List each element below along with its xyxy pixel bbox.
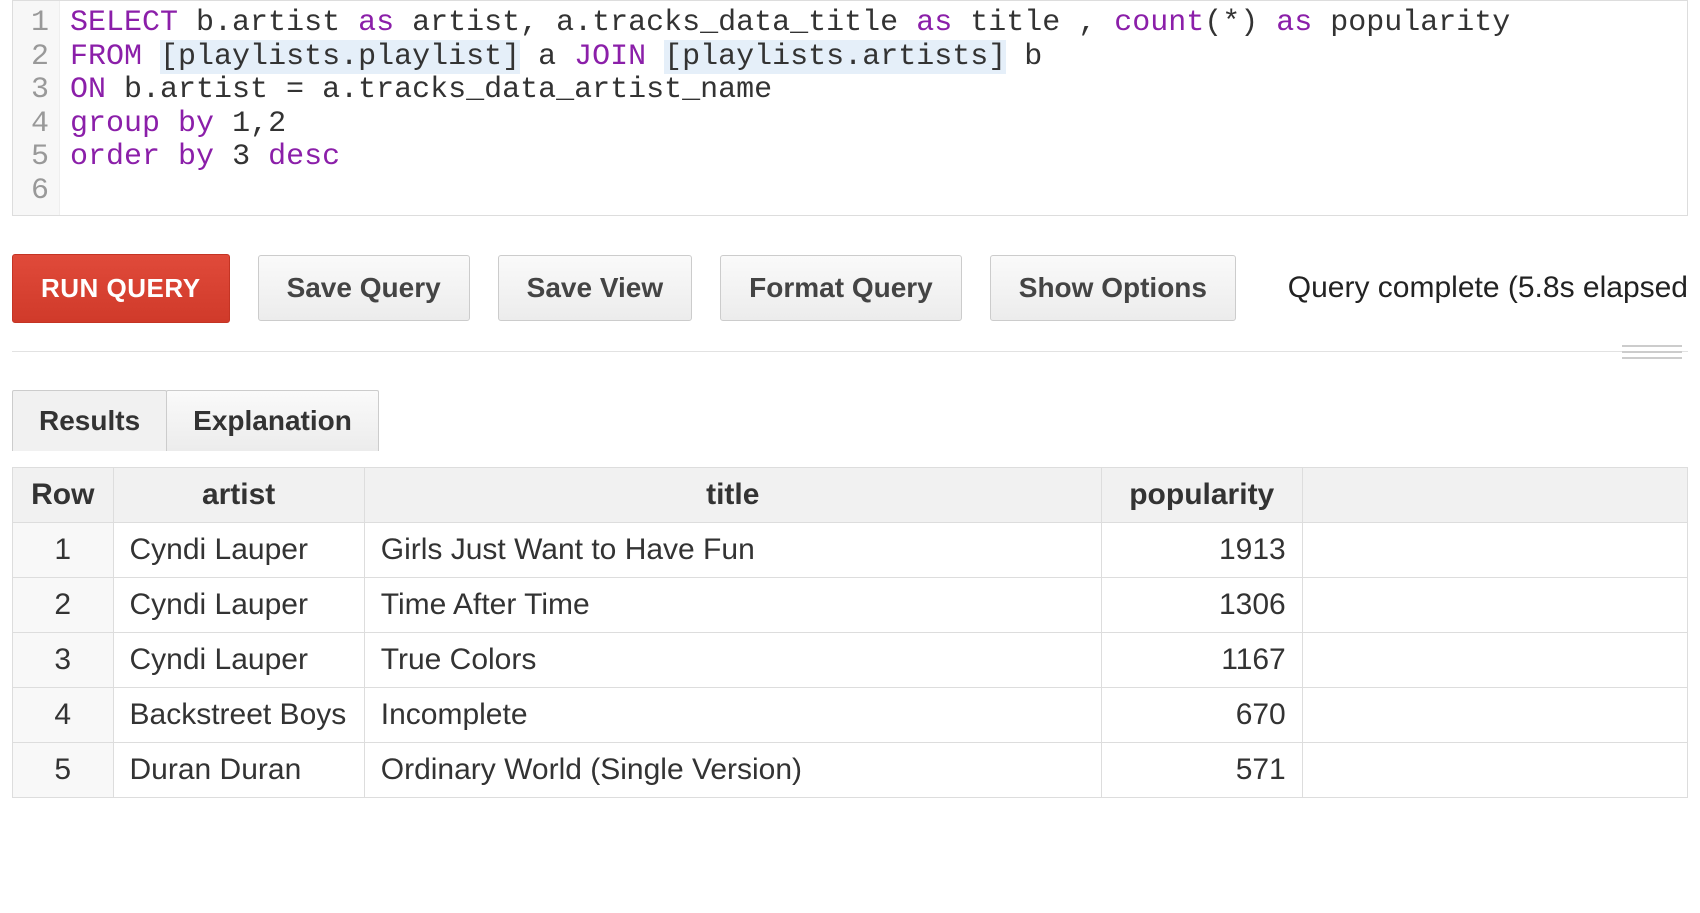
line-number: 3 [31, 74, 49, 108]
cell-empty [1302, 632, 1687, 687]
table-row: 5Duran DuranOrdinary World (Single Versi… [13, 742, 1688, 797]
table-row: 1Cyndi LauperGirls Just Want to Have Fun… [13, 522, 1688, 577]
results-table: Row artist title popularity 1Cyndi Laupe… [12, 467, 1688, 798]
cell-popularity: 571 [1101, 742, 1302, 797]
cell-empty [1302, 577, 1687, 632]
query-toolbar: RUN QUERY Save Query Save View Format Qu… [0, 216, 1700, 347]
line-number: 6 [31, 175, 49, 209]
cell-popularity: 1913 [1101, 522, 1302, 577]
sql-editor[interactable]: 123456 SELECT b.artist as artist, a.trac… [12, 0, 1688, 216]
cell-row: 1 [13, 522, 114, 577]
cell-row: 5 [13, 742, 114, 797]
col-header-row: Row [13, 467, 114, 522]
cell-popularity: 1167 [1101, 632, 1302, 687]
line-number: 5 [31, 141, 49, 175]
cell-title: Ordinary World (Single Version) [364, 742, 1101, 797]
col-header-title: title [364, 467, 1101, 522]
cell-title: Time After Time [364, 577, 1101, 632]
line-number: 1 [31, 7, 49, 41]
cell-row: 2 [13, 577, 114, 632]
col-header-artist: artist [113, 467, 364, 522]
col-header-popularity: popularity [1101, 467, 1302, 522]
show-options-button[interactable]: Show Options [990, 255, 1236, 321]
cell-popularity: 670 [1101, 687, 1302, 742]
code-line[interactable]: group by 1,2 [70, 108, 1510, 142]
code-line[interactable]: ON b.artist = a.tracks_data_artist_name [70, 74, 1510, 108]
cell-row: 3 [13, 632, 114, 687]
cell-empty [1302, 742, 1687, 797]
cell-artist: Cyndi Lauper [113, 632, 364, 687]
table-row: 2Cyndi LauperTime After Time1306 [13, 577, 1688, 632]
query-status-text: Query complete (5.8s elapsed [1288, 271, 1688, 305]
code-line[interactable]: order by 3 desc [70, 141, 1510, 175]
resize-handle-icon[interactable] [1622, 345, 1682, 359]
cell-artist: Backstreet Boys [113, 687, 364, 742]
cell-artist: Duran Duran [113, 742, 364, 797]
cell-empty [1302, 522, 1687, 577]
cell-artist: Cyndi Lauper [113, 577, 364, 632]
cell-popularity: 1306 [1101, 577, 1302, 632]
code-line[interactable]: SELECT b.artist as artist, a.tracks_data… [70, 7, 1510, 41]
code-line[interactable] [70, 175, 1510, 209]
editor-code[interactable]: SELECT b.artist as artist, a.tracks_data… [60, 1, 1520, 215]
save-query-button[interactable]: Save Query [258, 255, 470, 321]
table-header-row: Row artist title popularity [13, 467, 1688, 522]
tab-results[interactable]: Results [12, 390, 167, 451]
cell-row: 4 [13, 687, 114, 742]
cell-title: True Colors [364, 632, 1101, 687]
table-row: 4Backstreet BoysIncomplete670 [13, 687, 1688, 742]
line-number: 4 [31, 108, 49, 142]
save-view-button[interactable]: Save View [498, 255, 692, 321]
cell-title: Girls Just Want to Have Fun [364, 522, 1101, 577]
editor-gutter: 123456 [13, 1, 60, 215]
tab-explanation[interactable]: Explanation [166, 390, 379, 451]
results-tabs: Results Explanation [12, 390, 1688, 451]
table-row: 3Cyndi LauperTrue Colors1167 [13, 632, 1688, 687]
format-query-button[interactable]: Format Query [720, 255, 962, 321]
cell-artist: Cyndi Lauper [113, 522, 364, 577]
line-number: 2 [31, 41, 49, 75]
col-header-empty [1302, 467, 1687, 522]
cell-empty [1302, 687, 1687, 742]
run-query-button[interactable]: RUN QUERY [12, 254, 230, 323]
code-line[interactable]: FROM [playlists.playlist] a JOIN [playli… [70, 41, 1510, 75]
cell-title: Incomplete [364, 687, 1101, 742]
pane-divider [12, 351, 1688, 352]
